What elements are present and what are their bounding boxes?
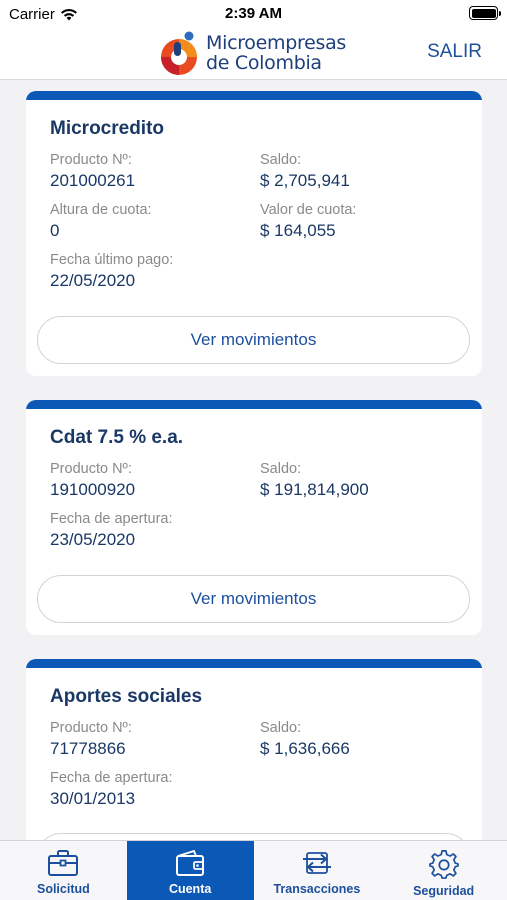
card-title: Aportes sociales [50, 686, 203, 707]
quota-value-label: Valor de cuota: [260, 202, 357, 218]
balance: Saldo: $ 191,814,900 [260, 461, 369, 500]
status-bar: Carrier 2:39 AM [0, 0, 507, 28]
balance-label: Saldo: [260, 720, 302, 736]
account-card-microcredito: Microcredito Producto Nº: 201000261 Sald… [26, 91, 482, 376]
card-accent-bar [26, 659, 482, 668]
product-number-label: Producto Nº: [50, 461, 132, 477]
opening-date-label: Fecha de apertura: [50, 511, 173, 527]
tab-label: Cuenta [168, 882, 212, 896]
view-movements-button[interactable]: Ver movimientos [37, 316, 470, 364]
opening-date: Fecha de apertura: 23/05/2020 [50, 511, 173, 550]
opening-date-value: 23/05/2020 [50, 530, 136, 549]
product-number-label: Producto Nº: [50, 720, 132, 736]
account-card-cdat: Cdat 7.5 % e.a. Producto Nº: 191000920 S… [26, 400, 482, 635]
logo-text: Microempresas de Colombia [206, 33, 346, 73]
briefcase-icon [48, 850, 79, 876]
accounts-list[interactable]: Microcredito Producto Nº: 201000261 Sald… [0, 80, 507, 840]
view-movements-button-partial[interactable] [37, 833, 470, 840]
quota-value: Valor de cuota: $ 164,055 [260, 202, 356, 241]
gear-icon [428, 850, 459, 879]
product-number: Producto Nº: 201000261 [50, 152, 135, 191]
view-movements-button[interactable]: Ver movimientos [37, 575, 470, 623]
account-card-aportes-sociales: Aportes sociales Producto Nº: 71778866 S… [26, 659, 482, 840]
balance: Saldo: $ 2,705,941 [260, 152, 350, 191]
tab-label: Solicitud [36, 882, 90, 896]
logout-button[interactable]: SALIR [427, 41, 482, 63]
balance-label: Saldo: [260, 461, 302, 477]
card-title: Cdat 7.5 % e.a. [50, 427, 184, 448]
transfer-icon [302, 852, 331, 874]
product-number: Producto Nº: 191000920 [50, 461, 135, 500]
last-payment-date: Fecha último pago: 22/05/2020 [50, 252, 173, 291]
header: Microempresas de Colombia SALIR [0, 28, 507, 80]
opening-date-value: 30/01/2013 [50, 789, 136, 808]
last-payment-date-value: 22/05/2020 [50, 271, 136, 290]
brand-logo: Microempresas de Colombia [157, 28, 357, 78]
card-title: Microcredito [50, 118, 165, 139]
tab-label: Seguridad [413, 884, 475, 898]
last-payment-date-label: Fecha último pago: [50, 252, 174, 268]
balance: Saldo: $ 1,636,666 [260, 720, 350, 759]
balance-label: Saldo: [260, 152, 302, 168]
wallet-icon [176, 849, 205, 876]
product-number-value: 191000920 [50, 480, 136, 499]
battery-icon [469, 6, 501, 20]
product-number-label: Producto Nº: [50, 152, 132, 168]
status-time: 2:39 AM [225, 5, 282, 22]
tab-cuenta[interactable]: Cuenta [126, 841, 254, 900]
product-number-value: 201000261 [50, 171, 136, 190]
opening-date-label: Fecha de apertura: [50, 770, 173, 786]
quota-value-value: $ 164,055 [260, 221, 336, 240]
logo-line-2: de Colombia [206, 52, 322, 74]
product-number-value: 71778866 [50, 739, 126, 758]
tab-seguridad[interactable]: Seguridad [380, 841, 507, 900]
card-accent-bar [26, 91, 482, 100]
logo-mark-icon [161, 31, 197, 75]
tab-bar: Solicitud Cuenta Transacciones Seguridad [0, 840, 507, 900]
tab-label: Transacciones [273, 882, 361, 896]
logo-line-1: Microempresas [206, 32, 347, 54]
tab-transacciones[interactable]: Transacciones [254, 841, 381, 900]
balance-value: $ 1,636,666 [260, 739, 350, 758]
quota-height-value: 0 [50, 221, 60, 240]
product-number: Producto Nº: 71778866 [50, 720, 132, 759]
quota-height: Altura de cuota: 0 [50, 202, 152, 241]
balance-value: $ 191,814,900 [260, 480, 369, 499]
quota-height-label: Altura de cuota: [50, 202, 152, 218]
opening-date: Fecha de apertura: 30/01/2013 [50, 770, 173, 809]
card-accent-bar [26, 400, 482, 409]
tab-solicitud[interactable]: Solicitud [0, 841, 127, 900]
balance-value: $ 2,705,941 [260, 171, 350, 190]
